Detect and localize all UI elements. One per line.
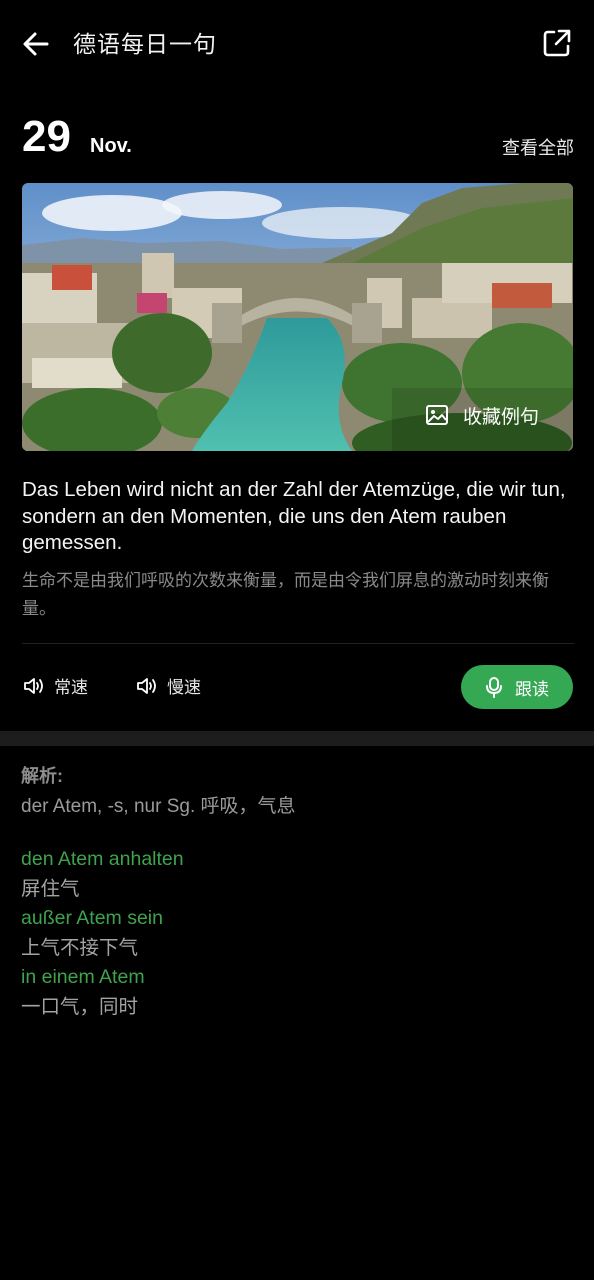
microphone-icon xyxy=(485,676,503,698)
read-along-label: 跟读 xyxy=(515,679,549,699)
top-bar: 德语每日一句 xyxy=(0,0,594,88)
daily-photo: 收藏例句 xyxy=(22,183,573,451)
speaker-icon xyxy=(135,674,159,698)
chinese-translation: 生命不是由我们呼吸的次数来衡量，而是由令我们屏息的激动时刻来衡量。 xyxy=(22,571,549,618)
phrase-german: den Atem anhalten xyxy=(21,848,184,870)
date-day: 29 xyxy=(22,112,71,161)
normal-speed-button[interactable]: 常速 xyxy=(22,673,88,698)
phrase-chinese: 上气不接下气 xyxy=(21,936,139,959)
read-along-button[interactable]: 跟读 xyxy=(461,665,573,709)
collect-label: 收藏例句 xyxy=(462,406,539,428)
divider xyxy=(22,643,574,644)
back-arrow-icon[interactable] xyxy=(20,28,52,60)
phrase-chinese: 屏住气 xyxy=(21,877,80,900)
slow-speed-button[interactable]: 慢速 xyxy=(135,673,201,698)
slow-speed-label: 慢速 xyxy=(167,678,201,697)
phrase-german: außer Atem sein xyxy=(21,907,163,929)
view-all-link[interactable]: 查看全部 xyxy=(502,136,574,160)
share-icon[interactable] xyxy=(542,28,572,58)
page-title: 德语每日一句 xyxy=(73,31,217,57)
date-row: 29 Nov. 查看全部 xyxy=(22,112,574,162)
speaker-icon xyxy=(22,674,46,698)
analysis-label: 解析: xyxy=(21,766,63,786)
collect-sentence-button[interactable]: 收藏例句 xyxy=(425,401,539,429)
date-month: Nov. xyxy=(90,135,132,157)
section-separator xyxy=(0,731,594,746)
normal-speed-label: 常速 xyxy=(54,678,88,697)
image-icon xyxy=(425,404,449,426)
analysis-section: 解析: der Atem, -s, nur Sg. 呼吸，气息 den Atem… xyxy=(21,765,573,1022)
audio-controls: 常速 慢速 跟读 xyxy=(22,665,573,709)
german-sentence: Das Leben wird nicht an der Zahl der Ate… xyxy=(22,478,566,554)
analysis-definition: der Atem, -s, nur Sg. 呼吸，气息 xyxy=(21,796,296,817)
phrase-list: den Atem anhalten 屏住气 außer Atem sein 上气… xyxy=(21,845,573,1022)
phrase-chinese: 一口气，同时 xyxy=(21,995,139,1018)
phrase-german: in einem Atem xyxy=(21,966,145,988)
